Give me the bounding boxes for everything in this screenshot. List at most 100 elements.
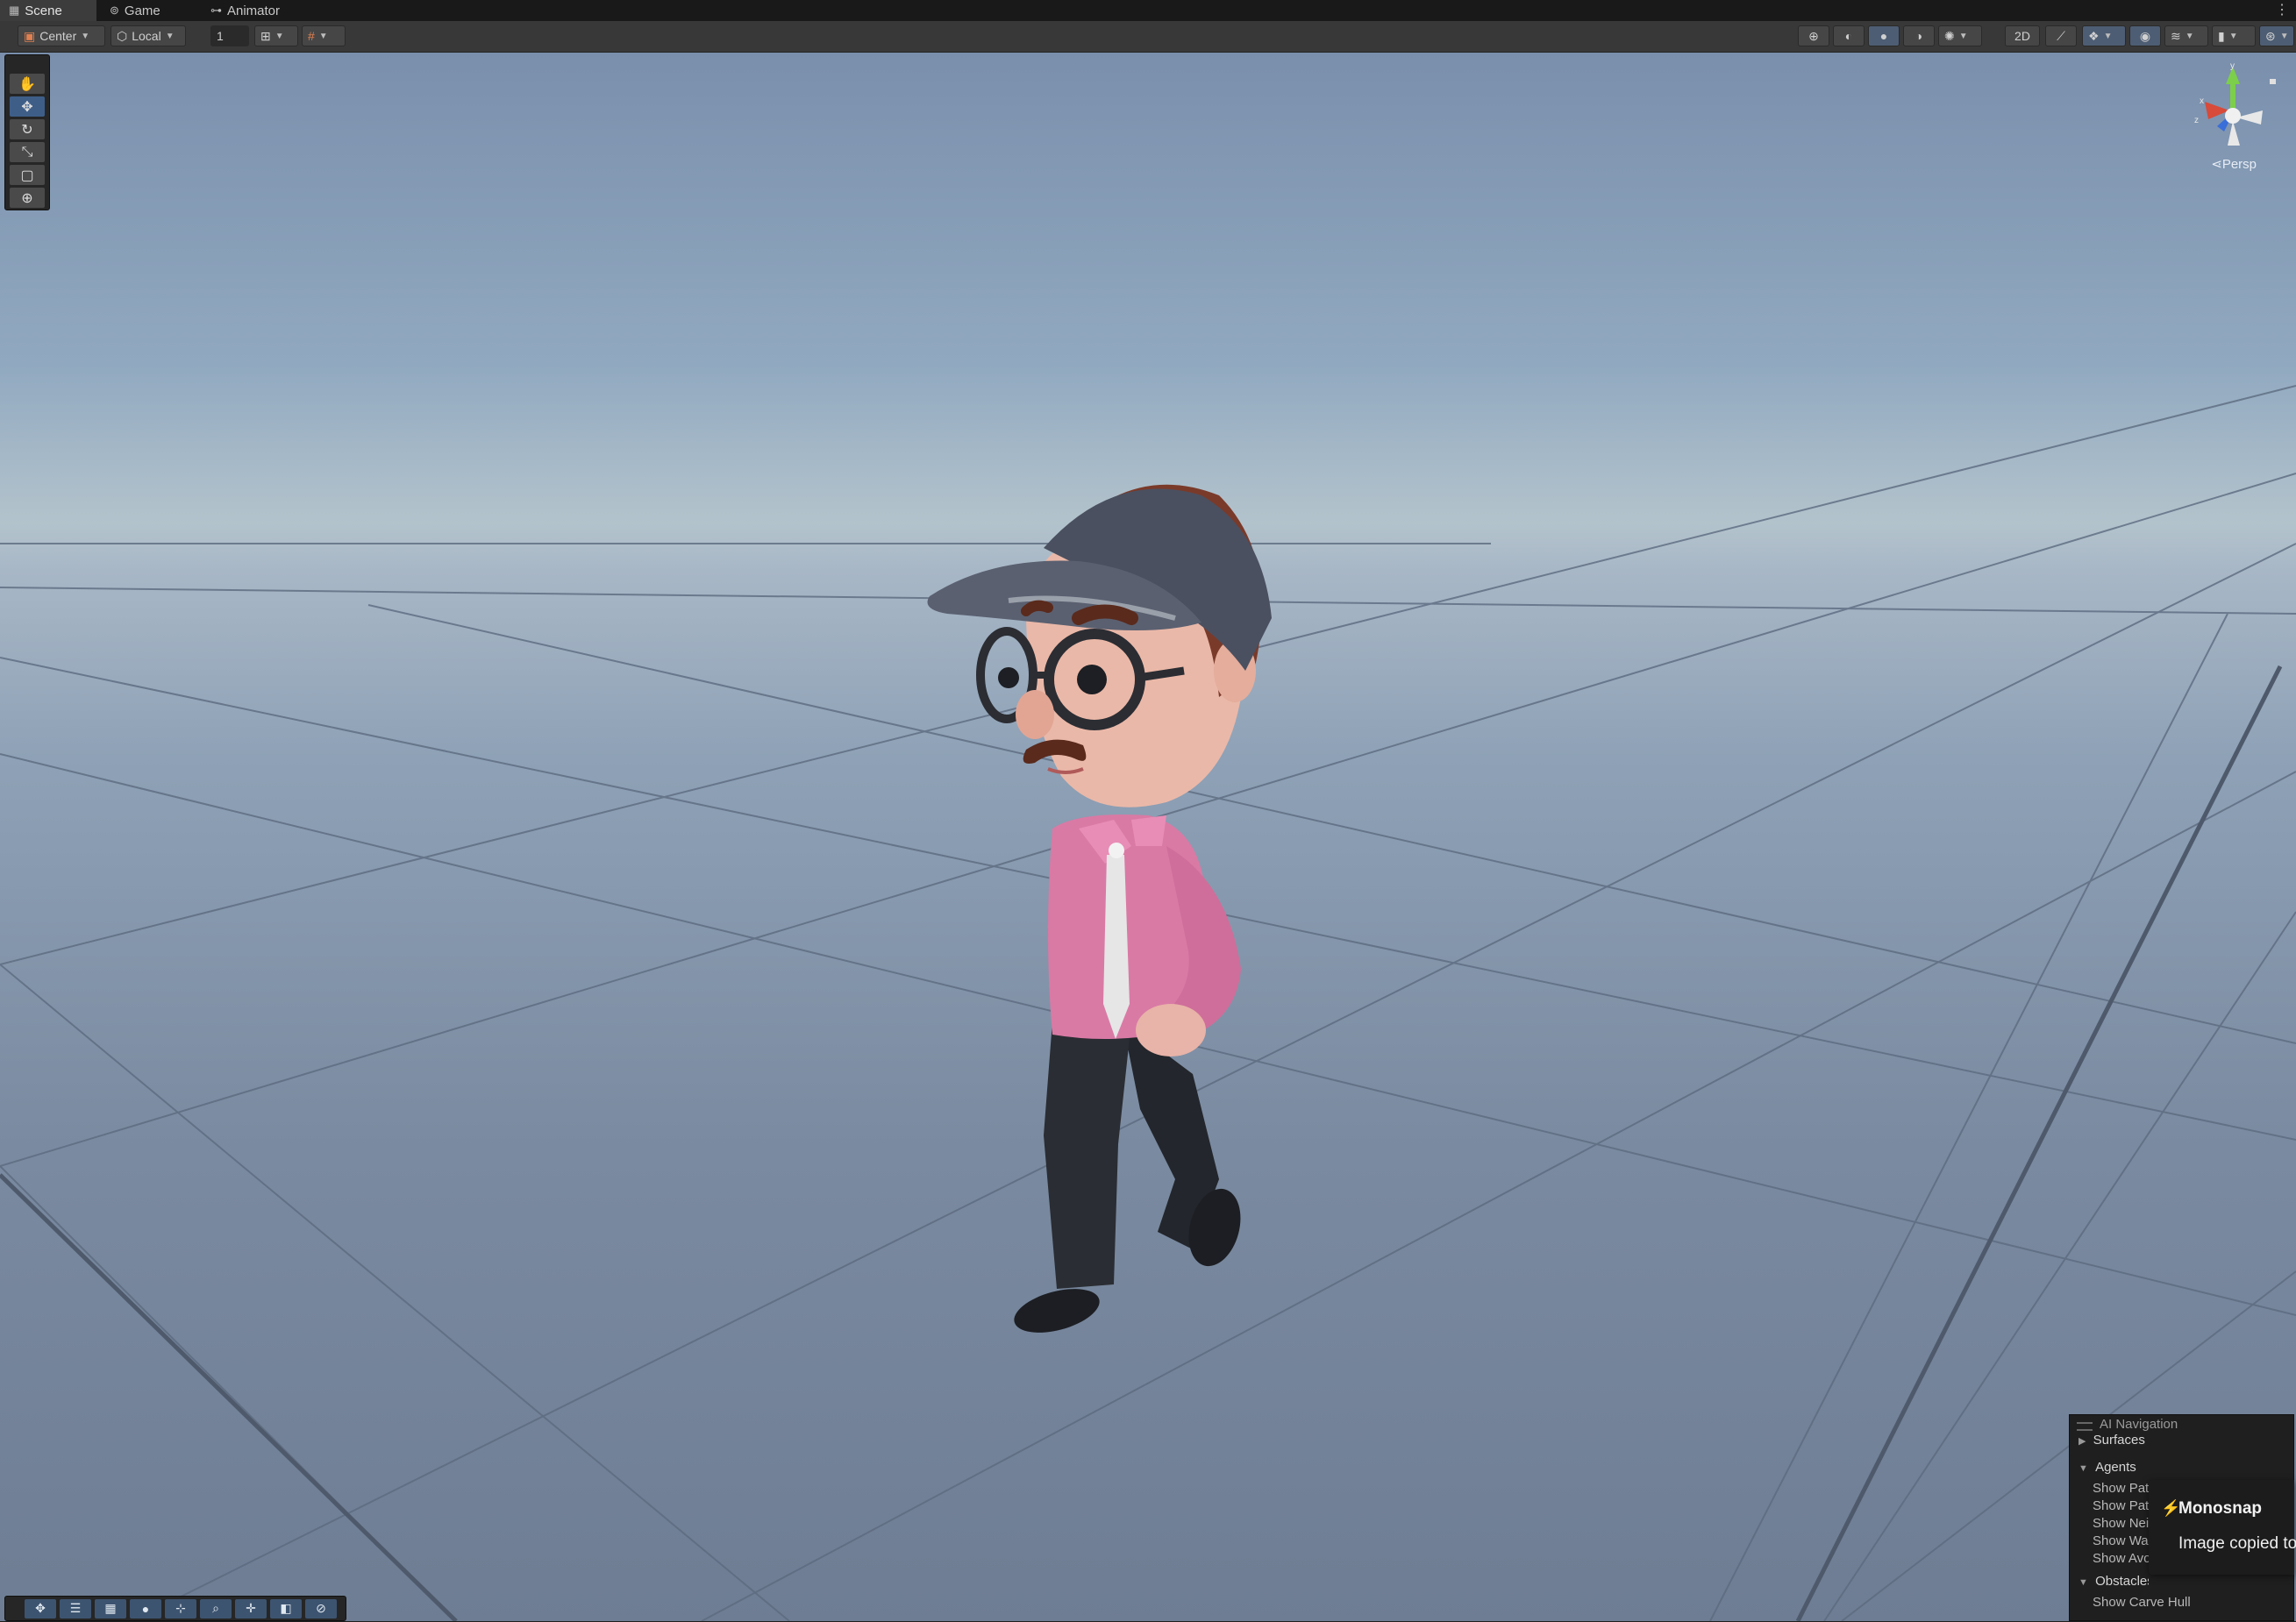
svg-text:x: x xyxy=(2200,96,2204,106)
rect-icon: ▢ xyxy=(20,167,34,183)
pivot-icon: ▣ xyxy=(24,28,36,43)
debug-dropdown[interactable]: ✺ ▼ xyxy=(1938,25,1982,46)
obstacles-foldout[interactable]: ▼ Obstacles xyxy=(2079,1574,2149,1589)
move-overlay-button[interactable]: ✥ xyxy=(25,1598,56,1618)
space-mode-label: Local xyxy=(132,29,161,43)
search-icon: ⌕ xyxy=(212,1601,219,1615)
space-mode-dropdown[interactable]: ⬡ Local ▼ xyxy=(111,25,186,46)
pivot-mode-label: Center xyxy=(39,29,77,43)
pivot-button[interactable]: ✛ xyxy=(235,1598,267,1618)
scene-toolbar: ▣ Center ▼ ⬡ Local ▼ 1 ⊞ ▼ # ▼ ⊕ ◐ ● ◑ ✺… xyxy=(0,21,2296,53)
cameras-button[interactable]: ◧ xyxy=(270,1598,302,1618)
search-button[interactable]: ⌕ xyxy=(200,1598,232,1618)
grid-icon: # xyxy=(308,29,315,43)
audio-toggle-button[interactable]: ⟋ xyxy=(2045,25,2077,46)
character-model[interactable] xyxy=(903,408,1289,1355)
tab-animator[interactable]: ⊶ Animator xyxy=(202,0,307,21)
snap-icon: ⊞ xyxy=(260,28,271,43)
gamepad-icon: ⊚ xyxy=(110,4,119,17)
svg-text:z: z xyxy=(2194,116,2199,125)
bug-icon: ✺ xyxy=(1944,28,1955,43)
sphere-wire-icon: ◐ xyxy=(1844,29,1853,43)
speaker-icon: ⟋ xyxy=(2057,28,2065,43)
pivot-icon: ✛ xyxy=(246,1601,256,1615)
compass-icon: ⊘ xyxy=(316,1601,326,1615)
agent-item-path-query-nodes[interactable]: Show Path Query Nodes xyxy=(2093,1498,2149,1513)
toast-app-name: Monosnap xyxy=(2178,1499,2262,1518)
camera-icon: ◧ xyxy=(280,1601,292,1615)
chevron-down-icon: ▼ xyxy=(2185,31,2194,41)
snap-increment-dropdown[interactable]: ⊞ ▼ xyxy=(254,25,298,46)
rotate-icon: ↻ xyxy=(21,122,33,138)
agent-items-clip: Show Path Polygons Show Path Query Nodes… xyxy=(2070,1415,2149,1622)
effects-dropdown[interactable]: ❖ ▼ xyxy=(2082,25,2126,46)
tab-game[interactable]: ⊚ Game xyxy=(101,0,197,21)
tab-scene[interactable]: ▦ Scene xyxy=(0,0,96,21)
persp-arrow-icon: ⋖ xyxy=(2211,157,2222,172)
tab-game-label: Game xyxy=(124,3,160,18)
chevron-down-icon: ▼ xyxy=(2228,31,2238,41)
svg-text:y: y xyxy=(2230,61,2235,71)
terrain-button[interactable]: ▦ xyxy=(95,1598,126,1618)
chevron-down-icon: ▼ xyxy=(2103,31,2113,41)
transform-tool-button[interactable]: ⊕ xyxy=(10,188,45,208)
agent-item-neighbours[interactable]: Show Neighbours xyxy=(2093,1516,2149,1531)
2d-toggle-button[interactable]: 2D xyxy=(2005,25,2040,46)
layers-icon: ❖ xyxy=(2088,28,2100,43)
projection-label: Persp xyxy=(2221,157,2257,172)
grid-icon: ▦ xyxy=(9,4,20,17)
hand-tool-button[interactable]: ✋ xyxy=(10,74,45,94)
chevron-down-icon: ▼ xyxy=(165,31,175,41)
moon-icon: ◑ xyxy=(1915,29,1923,43)
pivot-mode-dropdown[interactable]: ▣ Center ▼ xyxy=(18,25,105,46)
scale-icon: ⤡ xyxy=(21,144,33,160)
move-icon: ✥ xyxy=(21,99,33,115)
scene-viewport[interactable]: ✋ ✥ ↻ ⤡ ▢ ⊕ y x z ⋖Persp xyxy=(0,53,2296,1621)
scale-tool-button[interactable]: ⤡ xyxy=(10,142,45,162)
agent-item-avoidance[interactable]: Show Avoidance xyxy=(2093,1551,2149,1566)
rect-tool-button[interactable]: ▢ xyxy=(10,165,45,185)
more-menu-icon[interactable]: ⋮ xyxy=(2275,0,2289,21)
sphere-icon: ● xyxy=(1879,29,1888,43)
camera-icon: ▮ xyxy=(2218,28,2225,43)
lighting-button[interactable]: ◑ xyxy=(1903,25,1935,46)
compass-button[interactable]: ⊘ xyxy=(305,1598,337,1618)
agent-item-path-polygons[interactable]: Show Path Polygons xyxy=(2093,1481,2149,1496)
shaded-button[interactable]: ● xyxy=(1868,25,1900,46)
grid-snap-value: 1 xyxy=(217,29,224,43)
move-tool-button[interactable]: ✥ xyxy=(10,96,45,117)
layers-dropdown[interactable]: ≋ ▼ xyxy=(2164,25,2208,46)
shaded-wireframe-button[interactable]: ◐ xyxy=(1833,25,1865,46)
overlay-toolbar: ✥ ☰ ▦ ● ⊹ ⌕ ✛ ◧ ⊘ xyxy=(4,1596,346,1621)
chevron-down-icon: ▼ xyxy=(81,31,90,41)
navmesh-button[interactable]: ⊹ xyxy=(165,1598,196,1618)
sphere-button[interactable]: ● xyxy=(130,1598,161,1618)
terrain-icon: ▦ xyxy=(104,1601,117,1615)
obstacle-item-carve-hull[interactable]: Show Carve Hull xyxy=(2093,1595,2191,1610)
chevron-down-icon: ▼ xyxy=(1958,31,1968,41)
agent-item-walkable-mode[interactable]: Show Walkable Mode xyxy=(2093,1533,2149,1548)
tool-palette: ✋ ✥ ↻ ⤡ ▢ ⊕ xyxy=(4,54,50,210)
grid-snap-input[interactable]: 1 xyxy=(210,25,249,46)
tab-animator-label: Animator xyxy=(227,3,281,18)
crosshair-icon: ⊕ xyxy=(1808,28,1819,43)
cube-icon: ⬡ xyxy=(117,28,128,43)
rotate-tool-button[interactable]: ↻ xyxy=(10,119,45,139)
sliders-icon: ☰ xyxy=(69,1601,82,1615)
toast-message: Image copied to xyxy=(2178,1534,2296,1553)
eye-icon: ◉ xyxy=(2139,28,2151,43)
transform-icon: ⊕ xyxy=(21,190,33,206)
camera-dropdown[interactable]: ▮ ▼ xyxy=(2212,25,2256,46)
move-icon: ✥ xyxy=(35,1601,46,1615)
chevron-down-icon: ▼ xyxy=(2279,31,2289,41)
navmesh-icon: ⊹ xyxy=(175,1601,186,1615)
projection-toggle[interactable]: ⋖Persp xyxy=(2211,156,2257,172)
chevron-down-icon: ▼ xyxy=(318,31,328,41)
grid-visibility-dropdown[interactable]: # ▼ xyxy=(302,25,346,46)
monosnap-toast[interactable]: ⚡ Monosnap Image copied to xyxy=(2149,1480,2296,1575)
draw-mode-button[interactable]: ⊕ xyxy=(1798,25,1829,46)
gizmos-dropdown[interactable]: ⊛ ▼ xyxy=(2259,25,2294,46)
visibility-toggle-button[interactable]: ◉ xyxy=(2129,25,2161,46)
stack-icon: ≋ xyxy=(2171,28,2181,43)
sliders-button[interactable]: ☰ xyxy=(60,1598,91,1618)
